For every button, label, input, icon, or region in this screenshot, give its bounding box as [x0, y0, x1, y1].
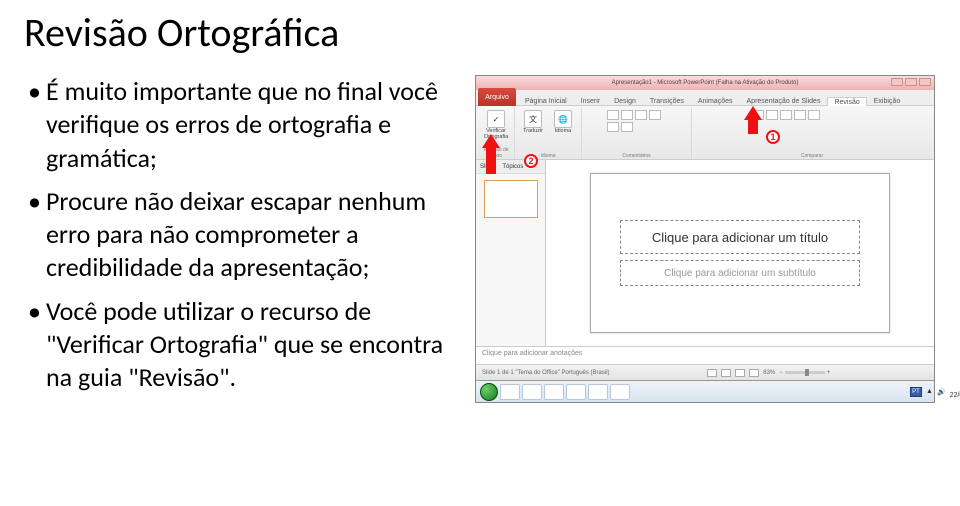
ribbon-tabs: Arquivo Página Inicial Inserir Design Tr… — [476, 90, 934, 106]
bullet-column: É muito importante que no final você ver… — [24, 75, 454, 404]
comentario-proximo-button[interactable] — [621, 122, 633, 132]
slide[interactable]: Clique para adicionar um título Clique p… — [590, 173, 890, 333]
window-title: Apresentação1 - Microsoft PowerPoint (Fa… — [612, 80, 799, 86]
minimize-icon[interactable] — [891, 78, 903, 86]
tab-pagina-inicial[interactable]: Página Inicial — [518, 96, 574, 105]
callout-arrow-1 — [744, 106, 762, 146]
zoom-percent: 83% — [763, 370, 775, 376]
clock-date: 22/03/2013 — [950, 392, 960, 399]
callout-arrow-2 — [482, 134, 500, 174]
system-tray: PT ▲ 🔊 16:50 22/03/2013 — [910, 385, 960, 399]
taskbar-app-icon[interactable] — [588, 384, 608, 400]
windows-taskbar: PT ▲ 🔊 16:50 22/03/2013 — [476, 380, 934, 402]
tray-icon[interactable]: ▲ — [926, 388, 933, 395]
clock-time: 16:50 — [950, 385, 960, 392]
status-left: Slide 1 de 1 "Tema do Office" Português … — [482, 370, 610, 376]
comentario-anterior-button[interactable] — [607, 122, 619, 132]
slide-canvas: Clique para adicionar um título Clique p… — [546, 160, 934, 346]
language-indicator[interactable]: PT — [910, 387, 922, 397]
view-normal-button[interactable] — [707, 369, 717, 377]
start-button[interactable] — [480, 383, 498, 401]
slide-thumbnail[interactable] — [484, 180, 538, 218]
window-titlebar: Apresentação1 - Microsoft PowerPoint (Fa… — [476, 76, 934, 90]
slide-thumbnail-panel: Slides Tópicos — [476, 160, 546, 346]
view-slideshow-button[interactable] — [749, 369, 759, 377]
view-sorter-button[interactable] — [721, 369, 731, 377]
tray-icon[interactable]: 🔊 — [937, 388, 946, 396]
powerpoint-screenshot: Apresentação1 - Microsoft PowerPoint (Fa… — [475, 75, 935, 403]
rejeitar-button[interactable] — [780, 110, 792, 120]
group-label: Comparar — [692, 153, 932, 159]
tab-exibicao[interactable]: Exibição — [867, 96, 907, 105]
status-bar: Slide 1 de 1 "Tema do Office" Português … — [476, 364, 934, 380]
tab-transicoes[interactable]: Transições — [643, 96, 691, 105]
traduzir-button[interactable]: 文Traduzir — [519, 110, 547, 142]
zoom-slider[interactable]: −+ — [779, 370, 830, 376]
novo-comentario-button[interactable] — [621, 110, 633, 120]
mostrar-marcacoes-button[interactable] — [607, 110, 619, 120]
tab-apresentacao[interactable]: Apresentação de Slides — [740, 96, 828, 105]
taskbar-app-icon[interactable] — [544, 384, 564, 400]
spellcheck-icon: ✓ — [487, 110, 505, 128]
page-title: Revisão Ortográfica — [24, 8, 936, 57]
translate-icon: 文 — [524, 110, 542, 128]
bullet-item: É muito importante que no final você ver… — [28, 75, 454, 175]
bullet-item: Você pode utilizar o recurso de "Verific… — [28, 295, 454, 395]
clock[interactable]: 16:50 22/03/2013 — [950, 385, 960, 399]
file-button[interactable]: Arquivo — [478, 88, 516, 106]
view-reading-button[interactable] — [735, 369, 745, 377]
title-placeholder[interactable]: Clique para adicionar um título — [620, 220, 860, 254]
bullet-item: Procure não deixar escapar nenhum erro p… — [28, 185, 454, 285]
ribbon: ✓ Verificar Ortografia Revisão de Texto … — [476, 106, 934, 160]
editar-comentario-button[interactable] — [635, 110, 647, 120]
thumbs-tab-topicos[interactable]: Tópicos — [502, 164, 523, 170]
maximize-icon[interactable] — [905, 78, 917, 86]
language-icon: 🌐 — [554, 110, 572, 128]
button-label: Idioma — [555, 129, 572, 135]
ribbon-group-compare: Comparar — [692, 108, 932, 159]
idioma-button[interactable]: 🌐Idioma — [549, 110, 577, 142]
close-icon[interactable] — [919, 78, 931, 86]
ribbon-group-language: 文Traduzir 🌐Idioma Idioma — [515, 108, 582, 159]
callout-number-2: 2 — [524, 154, 538, 168]
taskbar-app-icon[interactable] — [522, 384, 542, 400]
tab-animacoes[interactable]: Animações — [691, 96, 740, 105]
tab-revisao[interactable]: Revisão — [827, 97, 866, 106]
finalizar-button[interactable] — [808, 110, 820, 120]
taskbar-app-icon[interactable] — [610, 384, 630, 400]
painel-revisao-button[interactable] — [794, 110, 806, 120]
subtitle-placeholder[interactable]: Clique para adicionar um subtítulo — [620, 260, 860, 286]
callout-number-1: 1 — [766, 130, 780, 144]
tab-inserir[interactable]: Inserir — [574, 96, 607, 105]
aceitar-button[interactable] — [766, 110, 778, 120]
taskbar-app-icon[interactable] — [500, 384, 520, 400]
button-label: Traduzir — [523, 129, 543, 135]
tab-design[interactable]: Design — [607, 96, 643, 105]
taskbar-app-icon[interactable] — [566, 384, 586, 400]
excluir-comentario-button[interactable] — [649, 110, 661, 120]
notes-pane[interactable]: Clique para adicionar anotações — [476, 346, 934, 364]
